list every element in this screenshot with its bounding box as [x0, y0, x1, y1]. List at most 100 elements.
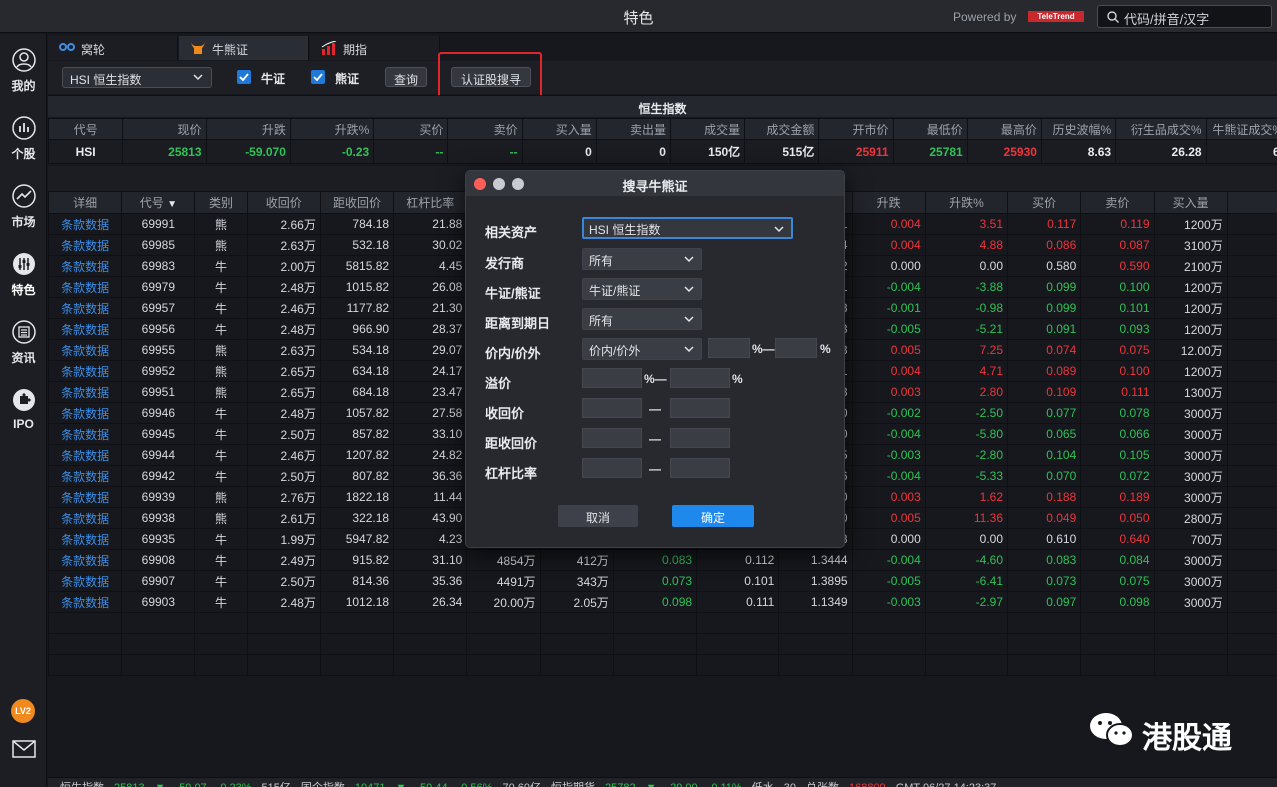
search-input[interactable]: 代码/拼音/汉字	[1097, 5, 1272, 28]
table-row[interactable]: 条款数据 69907 牛 2.50万 814.36 35.36 4491万 343万 0.073…	[47, 570, 1277, 592]
cell-change: -0.004	[851, 549, 926, 571]
tab-label: 期指	[343, 43, 368, 57]
mail-button[interactable]	[0, 740, 47, 758]
check-icon	[239, 73, 249, 82]
terms-data-link[interactable]: 条款数据	[47, 339, 123, 361]
terms-data-link[interactable]: 条款数据	[47, 465, 123, 487]
cell-change-pct: -5.21	[924, 318, 1009, 340]
column-header[interactable]: 杠杆比率	[393, 191, 468, 214]
cell-change: 0.000	[851, 255, 926, 277]
column-header[interactable]: 详细	[47, 191, 123, 214]
column-header[interactable]: 卖出量	[595, 118, 671, 140]
terms-data-link[interactable]: 条款数据	[47, 444, 123, 466]
column-header-code[interactable]: 代号 ▼	[121, 191, 196, 214]
column-header[interactable]: 买入量	[521, 118, 597, 140]
column-header[interactable]: 最低价	[892, 118, 968, 140]
terms-data-link[interactable]: 条款数据	[47, 297, 123, 319]
sidebar-item-news[interactable]: 资讯	[0, 320, 47, 366]
terms-data-link[interactable]: 条款数据	[47, 486, 123, 508]
type-select[interactable]: 牛证/熊证	[582, 278, 702, 300]
column-header[interactable]: 牛熊证成交%	[1205, 118, 1277, 140]
sidebar-item-market[interactable]: 市场	[0, 184, 47, 230]
leverage-max-input[interactable]	[670, 458, 730, 478]
moneyness-select[interactable]: 价内/价外	[582, 338, 702, 360]
terms-data-link[interactable]: 条款数据	[47, 549, 123, 571]
call-price-max-input[interactable]	[670, 398, 730, 418]
column-header[interactable]: 买价	[1007, 191, 1082, 214]
minimize-window-button[interactable]	[493, 178, 505, 190]
cell-code: 69946	[121, 402, 196, 424]
column-header[interactable]: 成交量	[669, 118, 746, 140]
column-header[interactable]: 买价	[373, 118, 449, 140]
close-window-button[interactable]	[474, 178, 486, 190]
index-row[interactable]: HSI 25813 -59.070 -0.23 -- -- 0 0 150亿 5…	[47, 139, 1277, 164]
cell-code: 69945	[121, 423, 196, 445]
call-price-min-input[interactable]	[582, 398, 642, 418]
terms-data-link[interactable]: 条款数据	[47, 423, 123, 445]
sidebar-item-featured[interactable]: 特色	[0, 252, 47, 298]
bull-icon	[191, 42, 205, 54]
moneyness-min-input[interactable]	[708, 338, 750, 358]
terms-data-link[interactable]: 条款数据	[47, 570, 123, 592]
column-header[interactable]: 衍生品成交%	[1115, 118, 1207, 140]
distance-max-input[interactable]	[670, 428, 730, 448]
terms-data-link[interactable]: 条款数据	[47, 402, 123, 424]
terms-data-link[interactable]: 条款数据	[47, 234, 123, 256]
query-button[interactable]: 查询	[385, 67, 427, 87]
tab-index-futures[interactable]: 期指	[310, 36, 440, 60]
column-header[interactable]: 买入量	[1153, 191, 1228, 214]
distance-min-input[interactable]	[582, 428, 642, 448]
column-header[interactable]: 升跌%	[924, 191, 1009, 214]
cancel-button[interactable]: 取消	[558, 505, 638, 527]
terms-data-link[interactable]: 条款数据	[47, 276, 123, 298]
column-header[interactable]: 卖价	[1080, 191, 1155, 214]
column-header[interactable]: 历史波幅%	[1040, 118, 1117, 140]
zoom-window-button[interactable]	[512, 178, 524, 190]
premium-min-input[interactable]	[582, 368, 642, 388]
table-row[interactable]: 条款数据 69908 牛 2.49万 915.82 31.10 4854万 412万 0.083…	[47, 549, 1277, 571]
asset-select[interactable]: HSI 恒生指数	[62, 67, 212, 88]
sidebar-item-ipo[interactable]: IPO	[0, 388, 47, 431]
column-header[interactable]: 最高价	[966, 118, 1042, 140]
column-header[interactable]: 代号	[47, 118, 124, 140]
column-header[interactable]: 类别	[194, 191, 248, 214]
tab-cbbc[interactable]: 牛熊证	[179, 36, 309, 60]
sidebar-item-stock[interactable]: 个股	[0, 116, 47, 162]
column-header[interactable]: 升跌%	[289, 118, 375, 140]
column-header[interactable]: 收回价	[246, 191, 321, 214]
terms-data-link[interactable]: 条款数据	[47, 213, 123, 235]
column-header[interactable]: 成交金额	[744, 118, 820, 140]
terms-data-link[interactable]: 条款数据	[47, 507, 123, 529]
sidebar-item-mine[interactable]: 我的	[0, 48, 47, 94]
column-header[interactable]	[1226, 191, 1277, 214]
moneyness-max-input[interactable]	[775, 338, 817, 358]
column-header[interactable]: 升跌	[205, 118, 291, 140]
cell-ask: 0.590	[1080, 255, 1155, 277]
tab-warrants[interactable]: 窝轮	[48, 36, 178, 60]
terms-data-link[interactable]: 条款数据	[47, 360, 123, 382]
cell-leverage: 4.23	[393, 528, 468, 550]
bull-checkbox[interactable]	[237, 70, 251, 84]
issuer-select[interactable]: 所有	[582, 248, 702, 270]
expiry-select[interactable]: 所有	[582, 308, 702, 330]
table-row[interactable]: 条款数据 69903 牛 2.48万 1012.18 26.34 20.00万 2.05万 0.…	[47, 591, 1277, 613]
column-header[interactable]: 现价	[122, 118, 207, 140]
terms-data-link[interactable]: 条款数据	[47, 381, 123, 403]
column-header[interactable]: 升跌	[851, 191, 926, 214]
terms-data-link[interactable]: 条款数据	[47, 318, 123, 340]
terms-data-link[interactable]: 条款数据	[47, 255, 123, 277]
confirm-button[interactable]: 确定	[672, 505, 754, 527]
terms-data-link[interactable]: 条款数据	[47, 591, 123, 613]
column-header[interactable]: 距收回价	[319, 191, 395, 214]
sidebar-item-label: 个股	[11, 147, 36, 161]
column-header[interactable]: 开市价	[818, 118, 894, 140]
status-bar: 恒生指数 25813 ▼ -59.07 -0.23% 515亿 国企指数 10471 ▼ -59.…	[48, 777, 1277, 787]
bear-checkbox[interactable]	[311, 70, 325, 84]
column-header[interactable]: 卖价	[447, 118, 523, 140]
terms-data-link[interactable]: 条款数据	[47, 528, 123, 550]
leverage-min-input[interactable]	[582, 458, 642, 478]
empty-cell	[612, 633, 698, 655]
underlying-select[interactable]: HSI 恒生指数	[582, 217, 793, 239]
premium-max-input[interactable]	[670, 368, 730, 388]
avatar[interactable]: LV2	[11, 699, 35, 723]
